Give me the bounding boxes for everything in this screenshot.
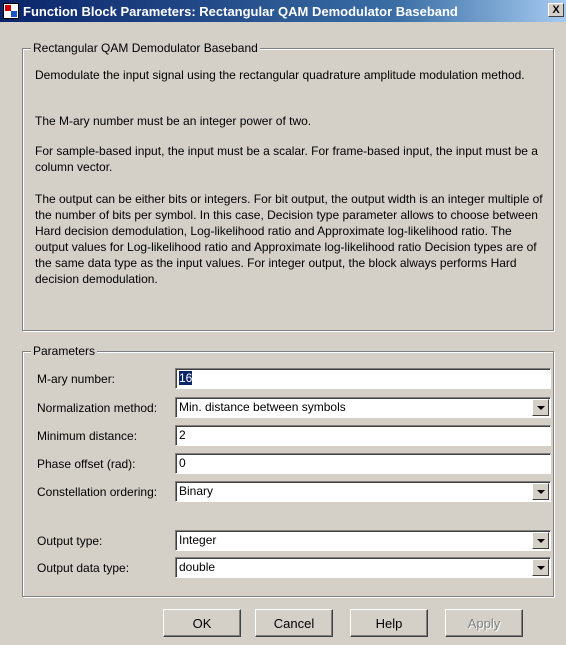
ok-button[interactable]: OK xyxy=(163,609,241,637)
dropdown-arrow-icon[interactable] xyxy=(532,532,549,549)
simulink-block-icon xyxy=(3,3,19,19)
apply-button[interactable]: Apply xyxy=(445,609,523,637)
output-data-type-select[interactable]: double xyxy=(175,557,551,578)
description-paragraph: Demodulate the input signal using the re… xyxy=(35,68,525,82)
help-button[interactable]: Help xyxy=(350,609,428,637)
output-data-type-label: Output data type: xyxy=(37,561,130,575)
minimum-distance-label: Minimum distance: xyxy=(37,429,138,443)
description-paragraph: The output can be either bits or integer… xyxy=(35,192,543,286)
output-type-select[interactable]: Integer xyxy=(175,530,551,551)
close-button[interactable]: X xyxy=(548,3,564,17)
constellation-ordering-value: Binary xyxy=(179,484,214,498)
output-type-value: Integer xyxy=(179,533,217,547)
window-title: Function Block Parameters: Rectangular Q… xyxy=(23,3,458,19)
output-type-label: Output type: xyxy=(37,534,103,548)
dropdown-arrow-icon[interactable] xyxy=(532,399,549,416)
phase-offset-label: Phase offset (rad): xyxy=(37,457,136,471)
dropdown-arrow-icon[interactable] xyxy=(532,559,549,576)
description-legend: Rectangular QAM Demodulator Baseband xyxy=(31,41,260,55)
mary-number-value: 16 xyxy=(179,371,193,385)
description-group: Rectangular QAM Demodulator Baseband Dem… xyxy=(22,41,554,331)
description-paragraph: The M-ary number must be an integer powe… xyxy=(35,114,312,128)
normalization-method-select[interactable]: Min. distance between symbols xyxy=(175,397,551,418)
dropdown-arrow-icon[interactable] xyxy=(532,483,549,500)
parameters-legend: Parameters xyxy=(31,344,98,358)
cancel-button[interactable]: Cancel xyxy=(255,609,333,637)
normalization-method-label: Normalization method: xyxy=(37,401,158,415)
constellation-ordering-label: Constellation ordering: xyxy=(37,485,158,499)
mary-number-input[interactable]: 16 xyxy=(175,368,551,389)
normalization-method-value: Min. distance between symbols xyxy=(179,400,346,414)
title-bar: Function Block Parameters: Rectangular Q… xyxy=(0,0,566,22)
minimum-distance-input[interactable]: 2 xyxy=(175,425,551,446)
phase-offset-input[interactable]: 0 xyxy=(175,453,551,474)
mary-number-label: M-ary number: xyxy=(37,372,116,386)
output-data-type-value: double xyxy=(179,560,216,574)
description-paragraph: For sample-based input, the input must b… xyxy=(35,144,538,174)
constellation-ordering-select[interactable]: Binary xyxy=(175,481,551,502)
parameters-group: Parameters M-ary number: 16 Normalizatio… xyxy=(22,344,554,597)
